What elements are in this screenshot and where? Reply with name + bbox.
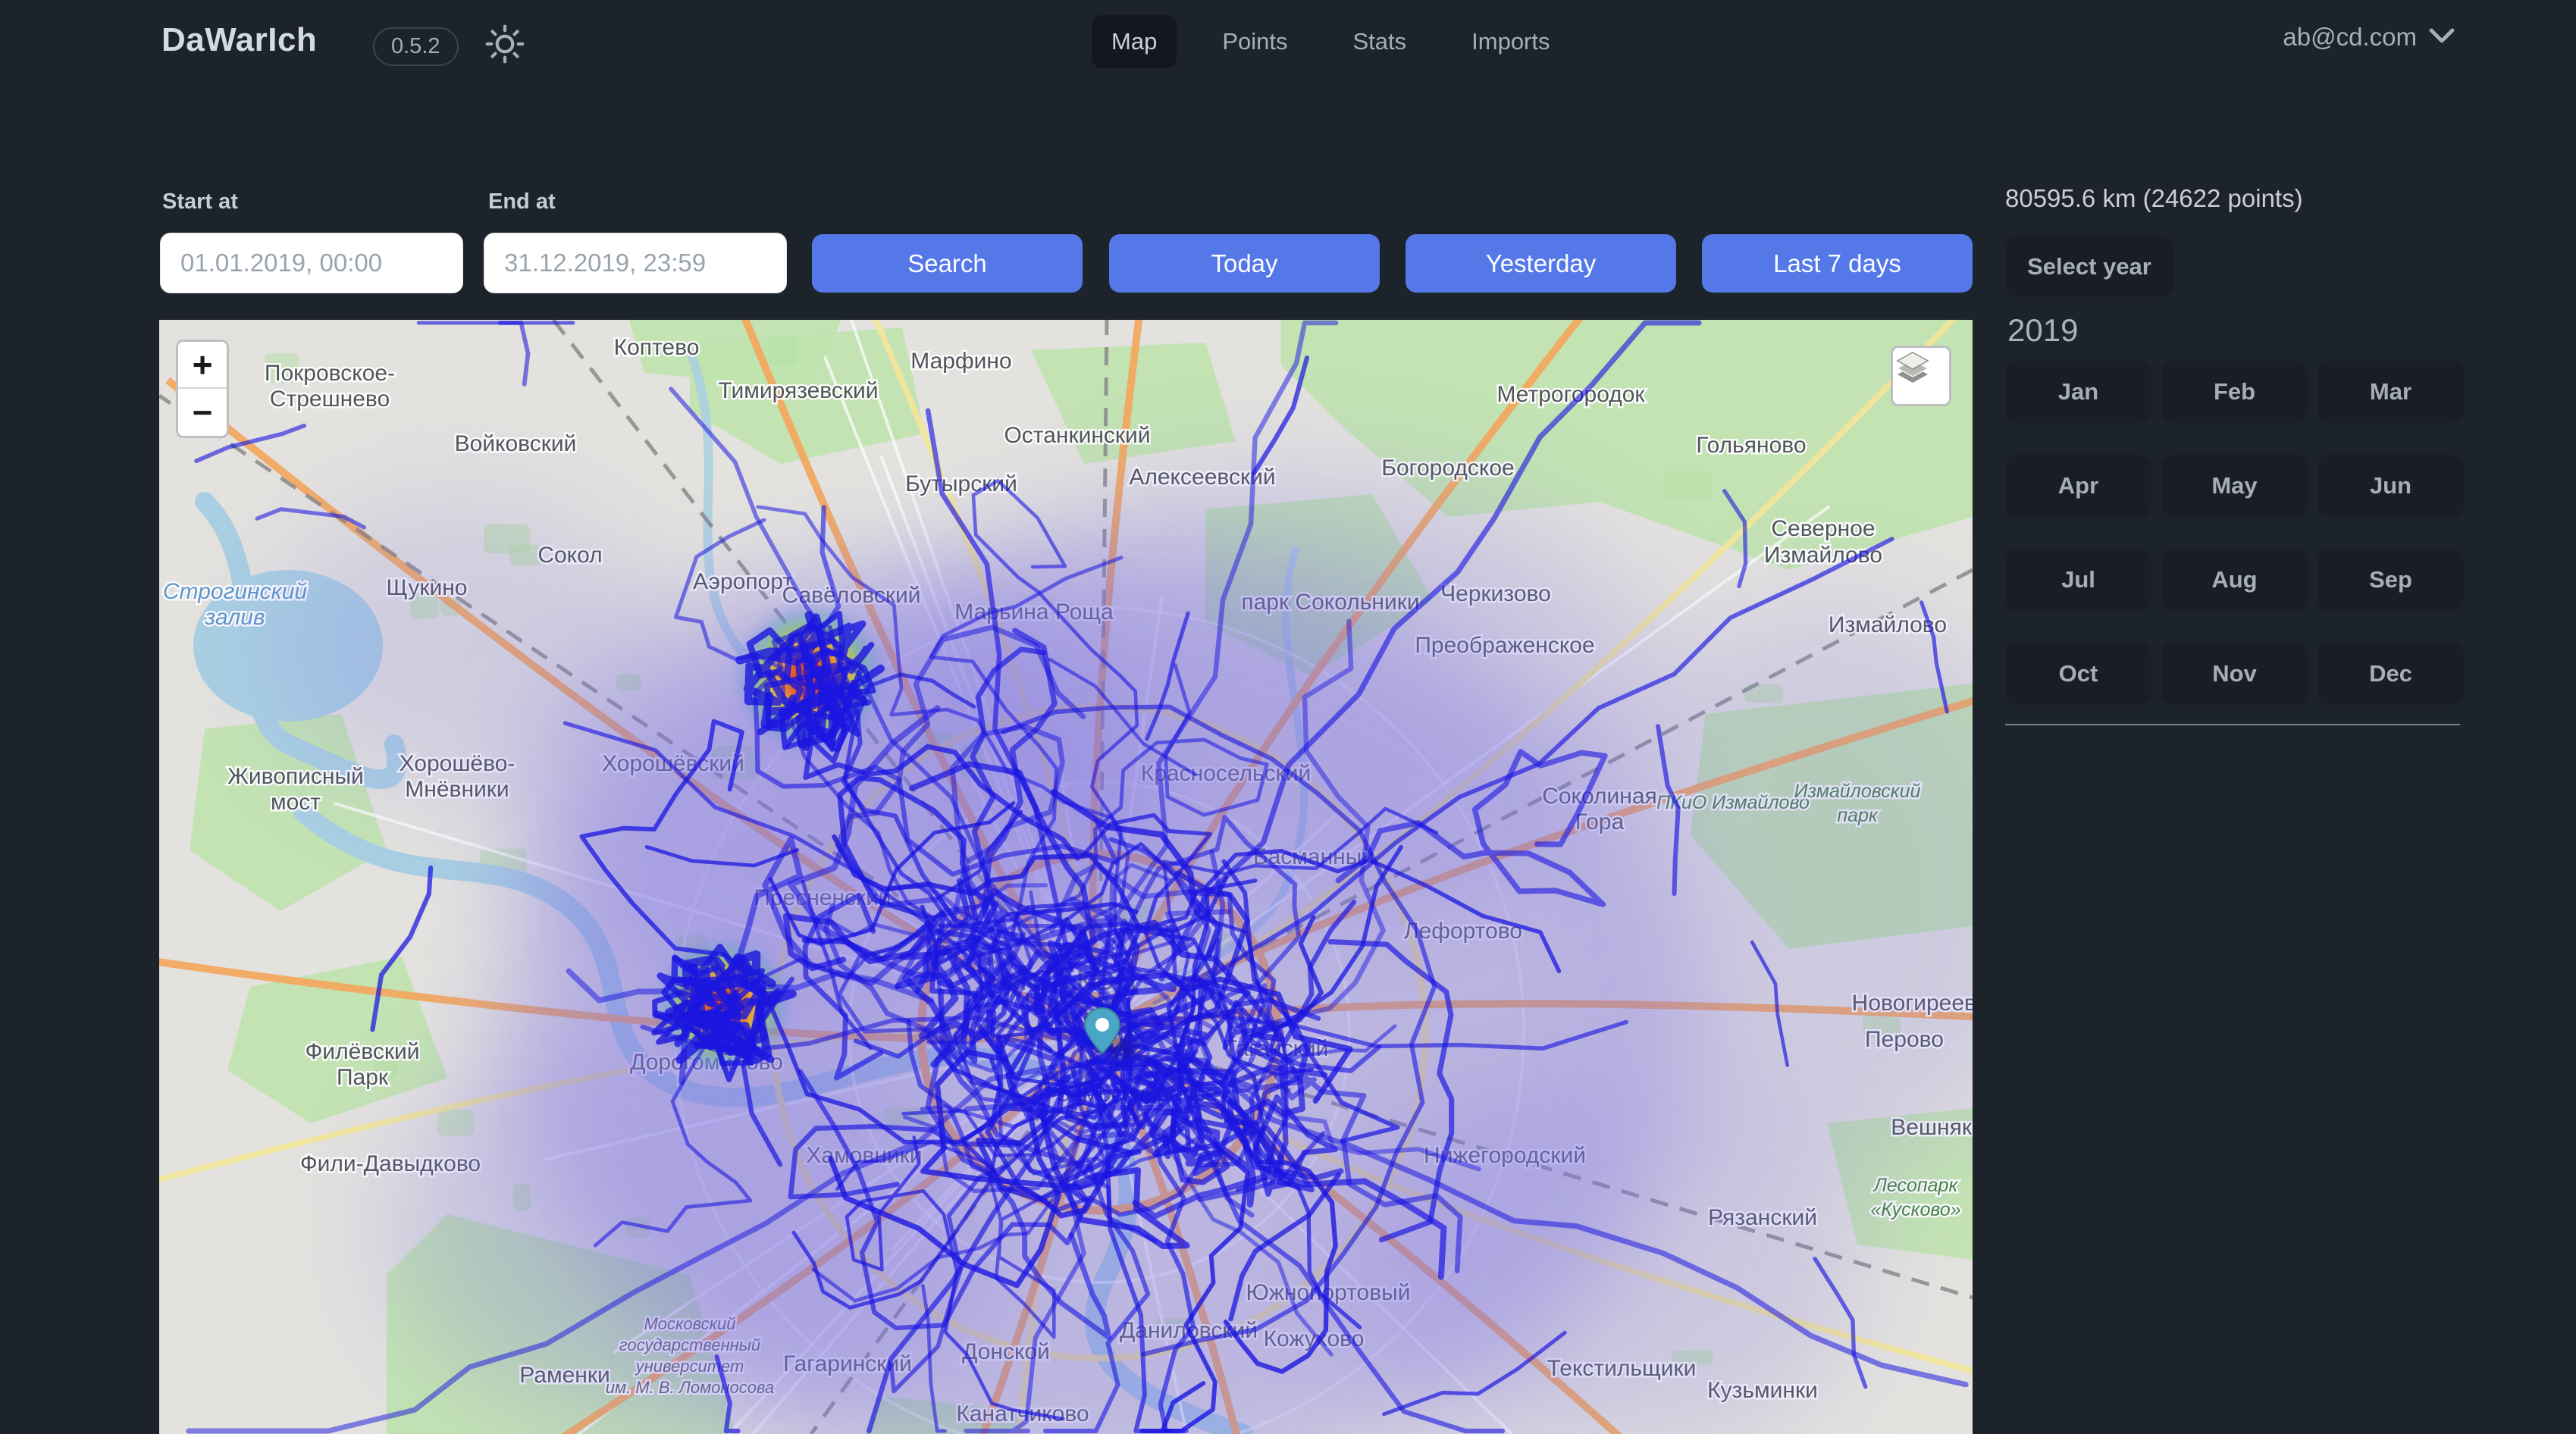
map-label: Стрешнево [270, 387, 390, 412]
month-button-oct[interactable]: Oct [2005, 643, 2151, 705]
theme-toggle-button[interactable] [480, 20, 530, 70]
main-nav: Map Points Stats Imports [1092, 15, 1570, 68]
yesterday-button[interactable]: Yesterday [1406, 234, 1676, 293]
version-badge: 0.5.2 [373, 27, 459, 66]
map-zoom-control: + − [176, 340, 229, 438]
user-email: ab@cd.com [2283, 23, 2417, 52]
month-button-jul[interactable]: Jul [2005, 549, 2151, 611]
start-at-label: Start at [162, 189, 238, 214]
map-label: Лесопарк [1872, 1175, 1959, 1196]
month-button-jun[interactable]: Jun [2317, 455, 2464, 517]
search-button[interactable]: Search [812, 234, 1083, 293]
map-label: Живописный [227, 764, 364, 789]
last-7-days-button[interactable]: Last 7 days [1702, 234, 1973, 293]
map-tiles: Коптево Тимирязевский Марфино Покровское-Ст… [159, 320, 1973, 1434]
month-button-jan[interactable]: Jan [2005, 361, 2151, 423]
map-label: залив [204, 605, 265, 630]
map-label: Марфино [910, 349, 1011, 374]
user-menu[interactable]: ab@cd.com [2283, 23, 2455, 52]
end-date-input[interactable] [484, 233, 787, 293]
map-label: Войковский [455, 431, 577, 456]
months-grid: JanFebMar AprMayJun JulAugSep OctNovDec [2005, 361, 2464, 705]
tab-imports[interactable]: Imports [1452, 15, 1569, 68]
month-button-apr[interactable]: Apr [2005, 455, 2151, 517]
map-label: Филёвский [306, 1039, 420, 1064]
month-button-aug[interactable]: Aug [2161, 549, 2308, 611]
end-at-label: End at [488, 189, 556, 214]
select-year-button[interactable]: Select year [2005, 236, 2173, 297]
sun-icon [484, 23, 526, 67]
month-button-dec[interactable]: Dec [2317, 643, 2464, 705]
distance-summary: 80595.6 km (24622 points) [2005, 184, 2303, 213]
map-label: «Кусково» [1870, 1199, 1960, 1220]
tab-points[interactable]: Points [1202, 15, 1307, 68]
layers-control[interactable] [1891, 346, 1951, 406]
today-button[interactable]: Today [1109, 234, 1380, 293]
month-button-nov[interactable]: Nov [2161, 643, 2308, 705]
map-canvas[interactable]: Коптево Тимирязевский Марфино Покровское-Ст… [159, 320, 1973, 1434]
year-heading: 2019 [2007, 312, 2078, 349]
map-label: Останкинский [1004, 423, 1150, 448]
tab-map[interactable]: Map [1092, 15, 1177, 68]
sidebar-divider [2005, 724, 2460, 725]
map-label: Покровское- [265, 361, 395, 386]
month-button-feb[interactable]: Feb [2161, 361, 2308, 423]
map-label: мост [271, 790, 321, 815]
app-title: DaWarIch [161, 21, 317, 59]
map-label: Коптево [614, 335, 700, 360]
month-button-sep[interactable]: Sep [2317, 549, 2464, 611]
map-label: Богородское [1381, 456, 1514, 481]
map-label: Тимирязевский [718, 378, 878, 403]
map-label: Парк [337, 1065, 389, 1090]
map-label: Гольяново [1696, 433, 1806, 458]
tab-stats[interactable]: Stats [1333, 15, 1426, 68]
month-button-mar[interactable]: Mar [2317, 361, 2464, 423]
month-button-may[interactable]: May [2161, 455, 2308, 517]
start-date-input[interactable] [160, 233, 463, 293]
zoom-out-button[interactable]: − [178, 389, 227, 436]
zoom-in-button[interactable]: + [178, 342, 227, 389]
chevron-down-icon [2429, 27, 2455, 48]
map-label: Северное [1771, 516, 1875, 541]
